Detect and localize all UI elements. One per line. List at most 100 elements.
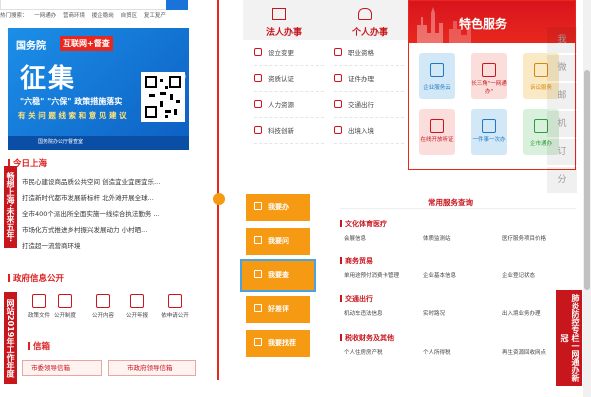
- banner-subtitle-2: 有 关 问 题 线 索 和 意 见 建 议: [18, 111, 127, 120]
- personal-item[interactable]: 职业资格: [334, 40, 404, 66]
- card-label: 企业服务云: [423, 85, 451, 91]
- search-icon: [254, 338, 262, 346]
- card-one-stop[interactable]: 一件事一次办: [471, 109, 507, 155]
- service-item[interactable]: 医疗服务项目价格: [502, 234, 546, 242]
- people-icon: [534, 119, 548, 133]
- query-button[interactable]: 我要查: [240, 259, 316, 292]
- card-label: 长三角"一网通办": [471, 81, 507, 95]
- gov-item-label: 公开内容: [91, 313, 114, 319]
- hot-link[interactable]: 营商环境: [63, 13, 85, 19]
- item-label: 资质认证: [268, 75, 294, 83]
- side-banner-report[interactable]: 网站2019年工作年度报表: [0, 292, 17, 384]
- document-icon: [58, 294, 72, 308]
- service-item[interactable]: 企业基本信息: [423, 271, 456, 279]
- hot-link[interactable]: 复工复产: [144, 13, 166, 19]
- hot-link[interactable]: 援企稳岗: [92, 13, 114, 19]
- item-label: 科技创新: [268, 127, 294, 135]
- personal-item[interactable]: 交通出行: [334, 92, 404, 118]
- item-icon: [254, 100, 262, 108]
- share-icon[interactable]: 分: [547, 167, 577, 193]
- legal-item[interactable]: 科技创新: [254, 118, 324, 144]
- building-icon: [272, 8, 286, 20]
- service-item[interactable]: 机动车违法信息: [344, 309, 383, 317]
- personal-item[interactable]: 证件办理: [334, 66, 404, 92]
- monitor-icon: [254, 236, 262, 244]
- tab-personal[interactable]: 个人办事: [352, 25, 388, 38]
- legal-list: 设立变更 资质认证 人力资源 科技创新: [254, 40, 324, 144]
- layers-icon: [482, 119, 496, 133]
- cloud-icon: [430, 63, 444, 77]
- do-business-button[interactable]: 我要办: [246, 194, 310, 221]
- gov-leader-mailbox-button[interactable]: 市政府领导信箱: [108, 360, 196, 376]
- calendar-icon: [130, 294, 144, 308]
- tab-legal[interactable]: 法人办事: [266, 25, 302, 38]
- service-item[interactable]: 实时路况: [423, 309, 445, 317]
- card-enterprise-cloud[interactable]: 企业服务云: [419, 53, 455, 99]
- service-item[interactable]: 单用途预付消费卡管理: [344, 271, 399, 279]
- hot-link[interactable]: 自贸区: [121, 13, 138, 19]
- service-item[interactable]: 再生资源回收网点: [502, 348, 546, 356]
- service-item[interactable]: 个人所得税: [423, 348, 451, 356]
- service-item[interactable]: 企业登记状态: [502, 271, 535, 279]
- service-item[interactable]: 个人住房房产税: [344, 348, 383, 356]
- party-leader-mailbox-button[interactable]: 市委领导信箱: [22, 360, 102, 376]
- list-item[interactable]: 打造超一流营商环境: [22, 238, 212, 254]
- ask-button[interactable]: 我要问: [246, 228, 310, 255]
- legal-item[interactable]: 设立变更: [254, 40, 324, 66]
- service-item[interactable]: 出入境业务办理: [502, 309, 541, 317]
- mobile-icon[interactable]: 机: [547, 111, 577, 137]
- item-label: 人力资源: [268, 101, 294, 109]
- page: 热门搜索： 一网通办 营商环境 援企稳岗 自贸区 复工复产 国务院 互联网+督查…: [0, 0, 591, 397]
- gov-item-request[interactable]: 依申请公开: [158, 294, 192, 319]
- item-icon: [334, 48, 342, 56]
- mail-icon[interactable]: 邮: [547, 83, 577, 109]
- hot-link[interactable]: 一网通办: [34, 13, 56, 19]
- item-icon: [334, 74, 342, 82]
- form-icon: [168, 294, 182, 308]
- timeline-node-icon: [213, 193, 225, 205]
- item-icon: [254, 48, 262, 56]
- list-item[interactable]: 市民心建设商品质公共空间 创造宜业宜居宜乐...: [22, 174, 212, 190]
- card-yangtze-delta[interactable]: 长三角"一网通办": [471, 53, 507, 99]
- action-label: 我要查: [268, 271, 289, 279]
- item-label: 出境入境: [348, 127, 374, 135]
- item-icon: [334, 100, 342, 108]
- mailbox-label: 市委领导信箱: [31, 364, 70, 372]
- personal-item[interactable]: 出境入境: [334, 118, 404, 144]
- promo-banner[interactable]: 国务院 互联网+督查 征集 "六稳" "六保" 政策措施落实 有 关 问 题 线…: [8, 28, 189, 150]
- action-label: 我要找茬: [268, 339, 296, 347]
- user-icon[interactable]: 我: [547, 27, 577, 53]
- special-title: 特色服务: [459, 17, 508, 31]
- legal-item[interactable]: 资质认证: [254, 66, 324, 92]
- card-hearing[interactable]: 在线开放听证: [419, 109, 455, 155]
- gov-item-annual[interactable]: 公开年报: [122, 294, 152, 319]
- search-input[interactable]: [0, 0, 188, 10]
- gov-item-system[interactable]: 公开制度: [50, 294, 80, 319]
- divider-line: [217, 0, 219, 380]
- banner-title: 征集: [20, 64, 77, 94]
- legal-item[interactable]: 人力资源: [254, 92, 324, 118]
- wechat-icon[interactable]: 微: [547, 55, 577, 81]
- hot-search-links: 热门搜索： 一网通办 营商环境 援企稳岗 自贸区 复工复产: [0, 11, 210, 19]
- mailbox-title: 信箱: [28, 340, 50, 352]
- search-button[interactable]: [166, 0, 188, 10]
- scrollbar-thumb[interactable]: [584, 70, 590, 290]
- gov-item-label: 政策文件: [27, 313, 50, 319]
- rating-button[interactable]: 好差评: [246, 296, 310, 323]
- document-icon: [96, 294, 110, 308]
- divider: [340, 208, 576, 209]
- item-label: 设立变更: [268, 49, 294, 57]
- list-item[interactable]: 市场化方式推进乡村振兴发展动力 小村晒...: [22, 222, 212, 238]
- side-banner-future[interactable]: 畅想上海·未来五年·听你说: [0, 166, 17, 248]
- covid-column-banner[interactable]: 肺炎防控专栏一网通办新冠: [556, 290, 582, 386]
- list-item[interactable]: 打造新时代都市发展新标杆 北外滩开展全球...: [22, 190, 212, 206]
- list-item[interactable]: 全市400个派出所全面实施一线综合执法勤务 ...: [22, 206, 212, 222]
- rss-icon[interactable]: 订: [547, 139, 577, 165]
- service-item[interactable]: 体质监测站: [423, 234, 451, 242]
- service-item[interactable]: 会展信息: [344, 234, 366, 242]
- search-person-icon: [254, 270, 262, 278]
- gov-item-content[interactable]: 公开内容: [88, 294, 118, 319]
- banner-tag: 互联网+督查: [60, 36, 113, 51]
- find-fault-button[interactable]: 我要找茬: [246, 330, 310, 357]
- service-category: 交通出行: [340, 294, 373, 304]
